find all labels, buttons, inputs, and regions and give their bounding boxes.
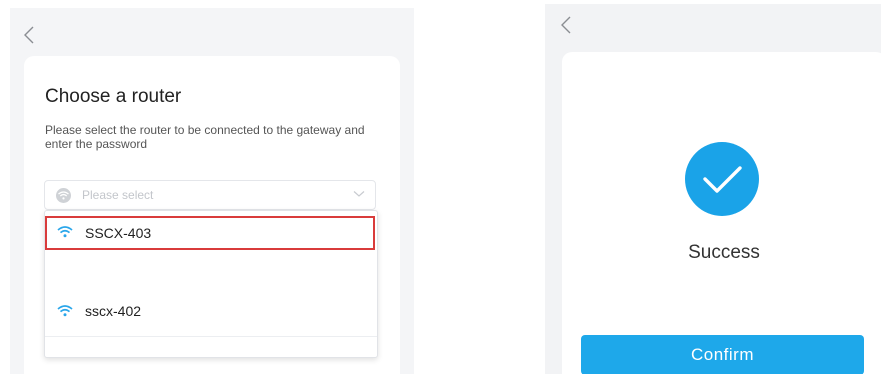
router-option-sscx-402[interactable]: sscx-402 xyxy=(45,290,377,334)
wifi-icon xyxy=(56,188,71,203)
success-card: Success xyxy=(562,52,881,374)
page-title: Choose a router xyxy=(45,86,182,107)
page-subtitle: Please select the router to be connected… xyxy=(45,123,365,151)
router-option-label: sscx-402 xyxy=(85,303,142,319)
success-screen: Success Confirm xyxy=(545,4,881,374)
chevron-left-icon xyxy=(24,26,34,44)
menu-divider xyxy=(45,336,377,337)
checkmark-icon xyxy=(703,166,742,193)
back-button[interactable] xyxy=(559,14,581,38)
router-dropdown-menu: SSCX-403 sscx-402 xyxy=(44,210,378,358)
router-select[interactable]: Please select xyxy=(44,180,376,210)
back-button[interactable] xyxy=(22,24,44,48)
status-text: Success xyxy=(688,242,760,263)
chevron-down-icon xyxy=(353,191,365,197)
wifi-icon xyxy=(57,305,73,317)
wifi-icon xyxy=(57,226,73,238)
select-placeholder: Please select xyxy=(82,188,154,202)
success-status xyxy=(685,142,759,216)
router-option-label: SSCX-403 xyxy=(85,225,152,241)
router-card: Choose a router Please select the router… xyxy=(24,56,400,374)
router-option-sscx-403[interactable]: SSCX-403 xyxy=(45,216,377,250)
chevron-left-icon xyxy=(561,16,571,34)
confirm-button[interactable]: Confirm xyxy=(581,335,864,374)
choose-router-screen: Choose a router Please select the router… xyxy=(10,8,414,374)
